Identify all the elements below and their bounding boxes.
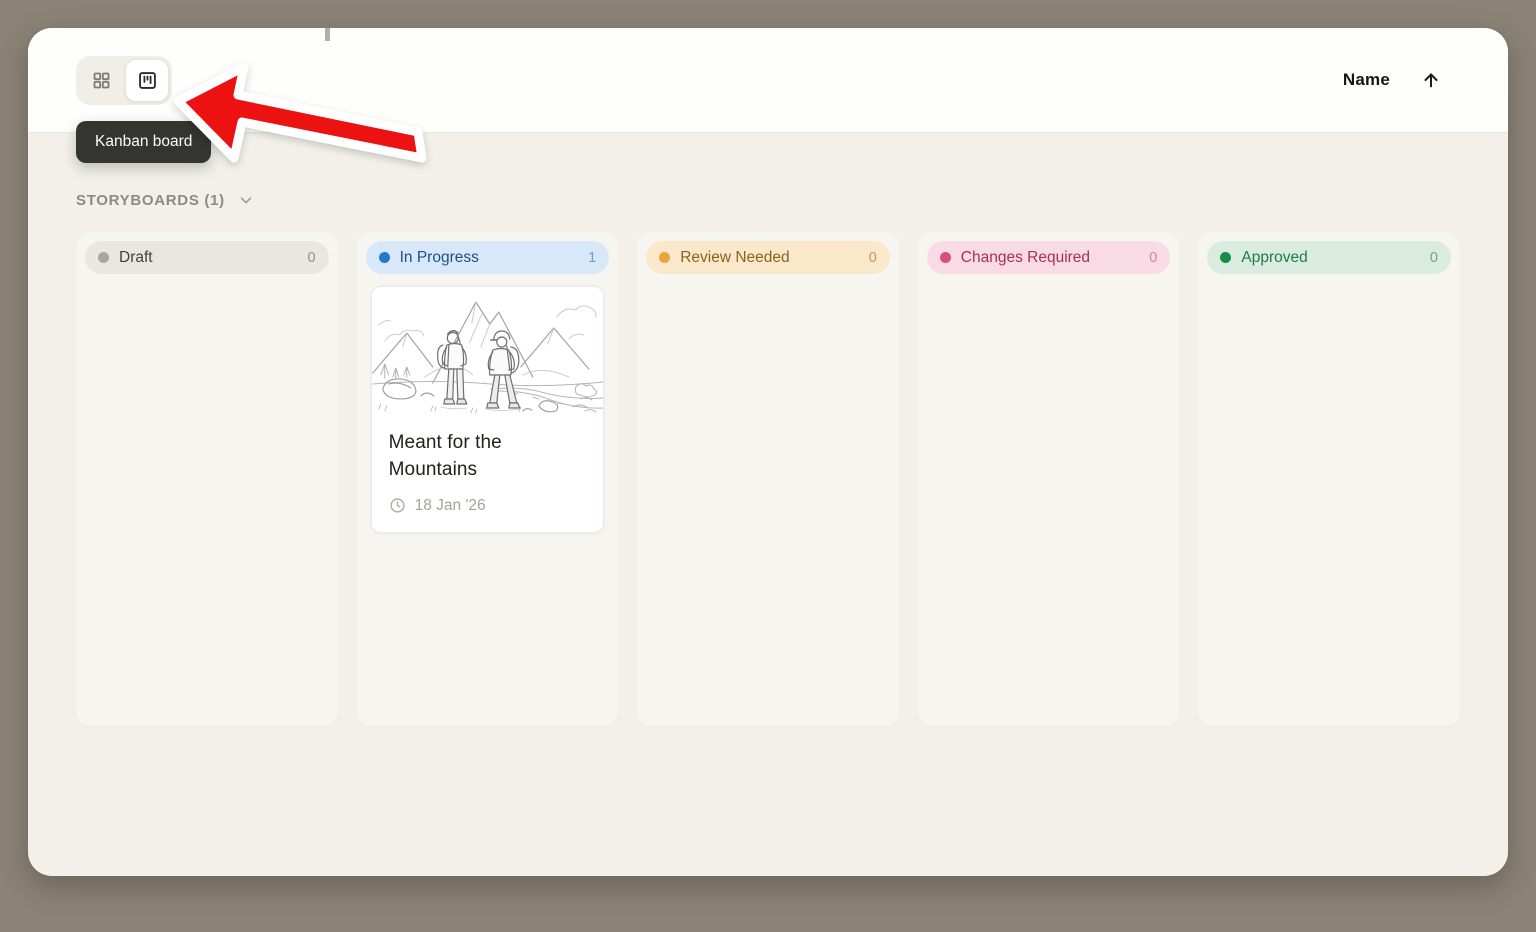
column-in-progress: In Progress 1 (357, 232, 619, 726)
card-title: Meant for the Mountains (389, 430, 587, 484)
section-collapse-button[interactable] (237, 191, 255, 209)
grid-view-button[interactable] (79, 59, 123, 102)
column-draft: Draft 0 (76, 232, 338, 726)
arrow-up-icon (1420, 69, 1442, 91)
column-header-changes-required: Changes Required 0 (927, 241, 1171, 274)
grid-view-icon (91, 70, 112, 91)
sort-direction-button[interactable] (1420, 69, 1442, 91)
status-dot (1220, 252, 1231, 263)
status-dot (379, 252, 390, 263)
card-date: 18 Jan '26 (415, 497, 486, 515)
kanban-board-tooltip: Kanban board (76, 121, 211, 163)
column-name: In Progress (400, 249, 579, 267)
column-count: 0 (869, 250, 877, 266)
column-count: 0 (1430, 250, 1438, 266)
column-header-approved: Approved 0 (1207, 241, 1451, 274)
column-count: 0 (1149, 250, 1157, 266)
toolbar: Name (28, 28, 1508, 133)
section-header: STORYBOARDS (1) (76, 191, 1460, 209)
board-content: STORYBOARDS (1) Draft 0 (28, 191, 1508, 726)
column-count: 0 (308, 250, 316, 266)
column-name: Draft (119, 249, 298, 267)
status-dot (98, 252, 109, 263)
app-window: Name Kanban board STORYBOARDS (1) (28, 28, 1508, 876)
status-dot (659, 252, 670, 263)
view-toggle (76, 56, 172, 105)
clock-icon (389, 497, 406, 514)
section-title: STORYBOARDS (1) (76, 192, 225, 209)
card-thumbnail-illustration (372, 287, 604, 417)
column-name: Review Needed (680, 249, 859, 267)
column-name: Approved (1241, 249, 1420, 267)
storyboard-card[interactable]: Meant for the Mountains 18 Jan '26 (371, 286, 605, 533)
card-date-row: 18 Jan '26 (389, 497, 587, 515)
square-kanban-icon (137, 70, 158, 91)
column-name: Changes Required (961, 249, 1140, 267)
column-review-needed: Review Needed 0 (637, 232, 899, 726)
chevron-down-icon (237, 191, 255, 209)
column-header-review-needed: Review Needed 0 (646, 241, 890, 274)
status-dot (940, 252, 951, 263)
cursor-artifact (325, 28, 330, 41)
sort-control: Name (1343, 69, 1442, 91)
column-count: 1 (588, 250, 596, 266)
card-body: Meant for the Mountains 18 Jan '26 (372, 417, 604, 532)
sort-label[interactable]: Name (1343, 70, 1390, 90)
column-header-in-progress: In Progress 1 (366, 241, 610, 274)
kanban-board: Draft 0 In Progress 1 (76, 232, 1460, 726)
column-approved: Approved 0 (1198, 232, 1460, 726)
column-header-draft: Draft 0 (85, 241, 329, 274)
kanban-board-button[interactable] (125, 59, 169, 102)
column-changes-required: Changes Required 0 (918, 232, 1180, 726)
